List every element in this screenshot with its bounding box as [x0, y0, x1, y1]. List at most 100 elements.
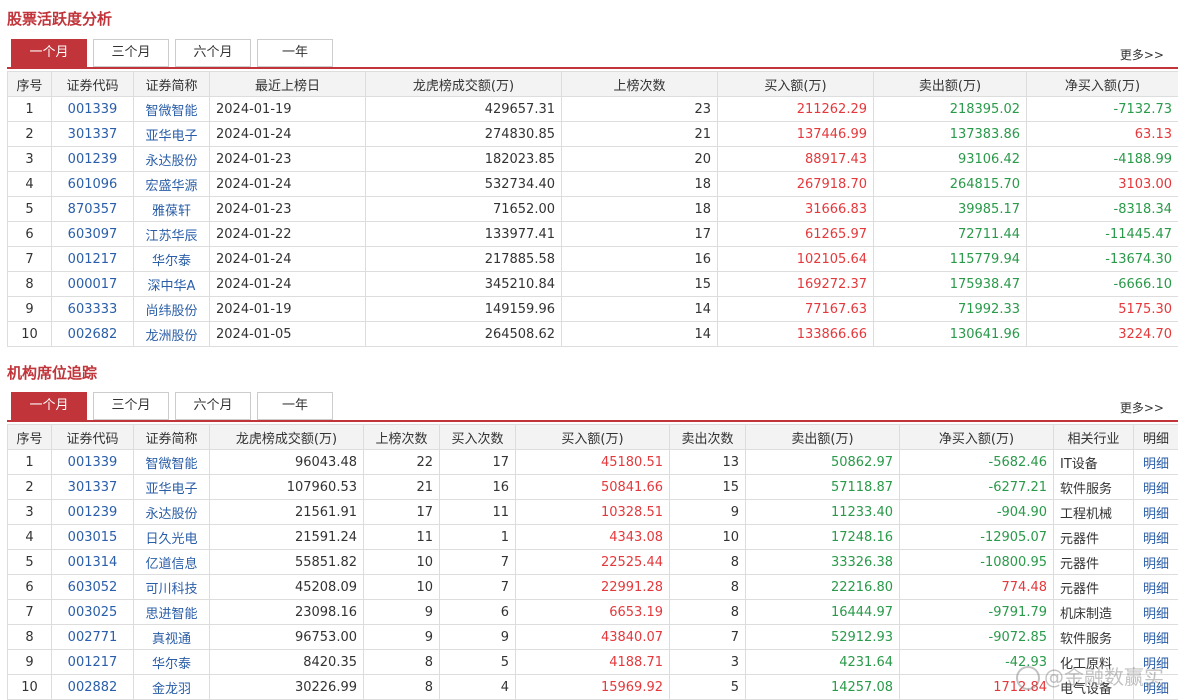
cell-code[interactable]: 301337: [51, 121, 134, 147]
tab-one-month[interactable]: 一个月: [11, 392, 87, 420]
cell-detail[interactable]: 明细: [1133, 674, 1178, 700]
cell-name[interactable]: 深中华A: [133, 271, 210, 297]
cell-name[interactable]: 龙洲股份: [133, 321, 210, 347]
cell-buy-count: 7: [439, 549, 516, 575]
cell-sell: 71992.33: [873, 296, 1027, 322]
tab-three-months[interactable]: 三个月: [93, 39, 169, 67]
table-row: 5 870357 雅葆轩 2024-01-23 71652.00 18 31666.83 39…: [7, 196, 1178, 222]
table-row: 1 001339 智微智能 2024-01-19 429657.31 23 211262.2…: [7, 96, 1178, 122]
cell-sell: 218395.02: [873, 96, 1027, 122]
cell-sell: 16444.97: [745, 599, 900, 625]
cell-net-buy: -6666.10: [1026, 271, 1178, 297]
cell-name[interactable]: 永达股份: [133, 146, 210, 172]
cell-name[interactable]: 永达股份: [133, 499, 210, 525]
table-row: 7 003025 思进智能 23098.16 9 6 6653.19 8 16444.97 -97…: [7, 599, 1178, 625]
section1-more-link[interactable]: 更多>>: [1120, 46, 1164, 63]
cell-buy-count: 9: [439, 624, 516, 650]
cell-name[interactable]: 亚华电子: [133, 474, 210, 500]
cell-turnover: 55851.82: [209, 549, 364, 575]
cell-index: 6: [7, 221, 52, 247]
cell-code[interactable]: 001217: [51, 649, 134, 675]
cell-net-buy: 63.13: [1026, 121, 1178, 147]
cell-industry: 化工原料: [1053, 649, 1134, 675]
cell-code[interactable]: 001239: [51, 499, 134, 525]
cell-detail[interactable]: 明细: [1133, 449, 1178, 475]
table-row: 2 301337 亚华电子 107960.53 21 16 50841.66 15 57118.…: [7, 474, 1178, 500]
cell-name[interactable]: 智微智能: [133, 449, 210, 475]
cell-name[interactable]: 宏盛华源: [133, 171, 210, 197]
cell-count: 20: [561, 146, 718, 172]
cell-code[interactable]: 603097: [51, 221, 134, 247]
cell-sell: 11233.40: [745, 499, 900, 525]
cell-name[interactable]: 智微智能: [133, 96, 210, 122]
column-header-code: 证券代码: [51, 424, 134, 450]
cell-buy: 102105.64: [717, 246, 874, 272]
cell-detail[interactable]: 明细: [1133, 549, 1178, 575]
cell-code[interactable]: 001339: [51, 96, 134, 122]
tab-three-months[interactable]: 三个月: [93, 392, 169, 420]
cell-code[interactable]: 002882: [51, 674, 134, 700]
cell-net-buy: -13674.30: [1026, 246, 1178, 272]
cell-detail[interactable]: 明细: [1133, 524, 1178, 550]
cell-code[interactable]: 002682: [51, 321, 134, 347]
cell-name[interactable]: 雅葆轩: [133, 196, 210, 222]
cell-sell-count: 13: [669, 449, 746, 475]
cell-industry: 工程机械: [1053, 499, 1134, 525]
tab-one-month[interactable]: 一个月: [11, 39, 87, 67]
cell-buy: 22991.28: [515, 574, 670, 600]
cell-detail[interactable]: 明细: [1133, 474, 1178, 500]
tab-six-months[interactable]: 六个月: [175, 39, 251, 67]
cell-buy-count: 7: [439, 574, 516, 600]
table-row: 4 003015 日久光电 21591.24 11 1 4343.08 10 17248.16-…: [7, 524, 1178, 550]
cell-name[interactable]: 可川科技: [133, 574, 210, 600]
section1-title: 股票活跃度分析: [7, 10, 113, 28]
cell-code[interactable]: 003025: [51, 599, 134, 625]
cell-code[interactable]: 001239: [51, 146, 134, 172]
cell-code[interactable]: 601096: [51, 171, 134, 197]
cell-name[interactable]: 真视通: [133, 624, 210, 650]
tab-one-year[interactable]: 一年: [257, 39, 333, 67]
cell-last-date: 2024-01-22: [209, 221, 366, 247]
cell-buy-count: 6: [439, 599, 516, 625]
cell-code[interactable]: 603333: [51, 296, 134, 322]
cell-detail[interactable]: 明细: [1133, 649, 1178, 675]
tab-six-months[interactable]: 六个月: [175, 392, 251, 420]
cell-name[interactable]: 尚纬股份: [133, 296, 210, 322]
cell-count: 14: [561, 296, 718, 322]
cell-code[interactable]: 001339: [51, 449, 134, 475]
cell-code[interactable]: 002771: [51, 624, 134, 650]
cell-buy-count: 4: [439, 674, 516, 700]
section2-more-link[interactable]: 更多>>: [1120, 399, 1164, 416]
cell-turnover: 21591.24: [209, 524, 364, 550]
column-header-count: 上榜次数: [561, 71, 718, 97]
tab-one-year[interactable]: 一年: [257, 392, 333, 420]
cell-name[interactable]: 日久光电: [133, 524, 210, 550]
cell-code[interactable]: 003015: [51, 524, 134, 550]
cell-index: 6: [7, 574, 52, 600]
cell-buy: 45180.51: [515, 449, 670, 475]
cell-sell: 137383.86: [873, 121, 1027, 147]
cell-name[interactable]: 金龙羽: [133, 674, 210, 700]
cell-code[interactable]: 870357: [51, 196, 134, 222]
cell-detail[interactable]: 明细: [1133, 499, 1178, 525]
cell-name[interactable]: 华尔泰: [133, 246, 210, 272]
stock-activity-table: 序号 证券代码 证券简称 最近上榜日 龙虎榜成交额(万) 上榜次数 买入额(万) 卖出额(万)…: [7, 71, 1178, 347]
cell-detail[interactable]: 明细: [1133, 624, 1178, 650]
cell-turnover: 182023.85: [365, 146, 562, 172]
cell-name[interactable]: 亚华电子: [133, 121, 210, 147]
table-header-row: 序号 证券代码 证券简称 龙虎榜成交额(万) 上榜次数 买入次数 买入额(万) 卖出次数 卖出额…: [7, 424, 1178, 450]
cell-name[interactable]: 华尔泰: [133, 649, 210, 675]
cell-buy: 267918.70: [717, 171, 874, 197]
cell-name[interactable]: 思进智能: [133, 599, 210, 625]
cell-name[interactable]: 江苏华辰: [133, 221, 210, 247]
cell-detail[interactable]: 明细: [1133, 574, 1178, 600]
cell-code[interactable]: 001314: [51, 549, 134, 575]
cell-buy-count: 11: [439, 499, 516, 525]
cell-code[interactable]: 001217: [51, 246, 134, 272]
cell-code[interactable]: 603052: [51, 574, 134, 600]
cell-name[interactable]: 亿道信息: [133, 549, 210, 575]
cell-sell: 93106.42: [873, 146, 1027, 172]
cell-detail[interactable]: 明细: [1133, 599, 1178, 625]
cell-code[interactable]: 000017: [51, 271, 134, 297]
cell-code[interactable]: 301337: [51, 474, 134, 500]
